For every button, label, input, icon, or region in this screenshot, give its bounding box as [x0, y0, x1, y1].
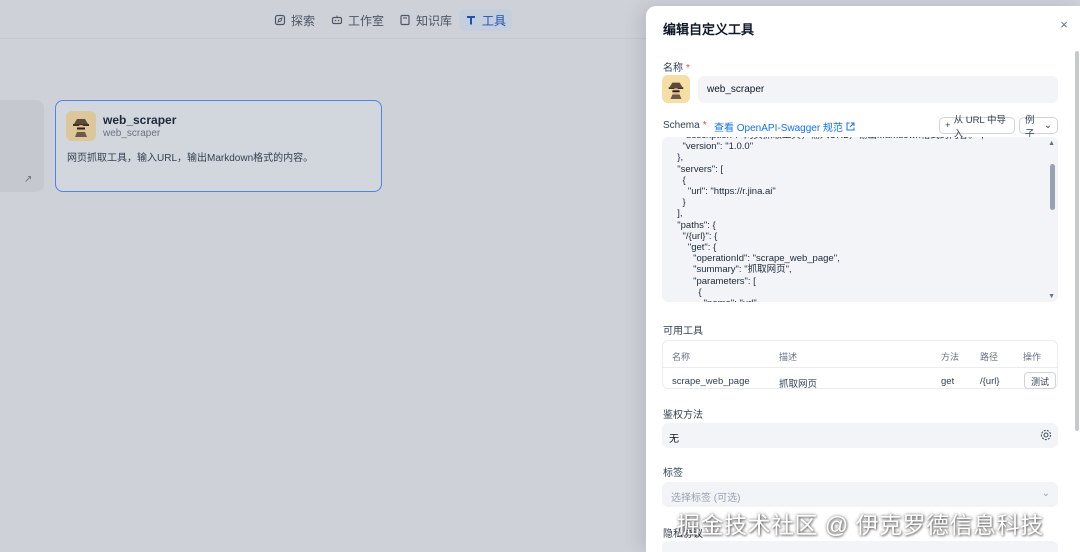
- example-button[interactable]: 例子 ⌄: [1019, 115, 1058, 140]
- drawer-scrollbar[interactable]: [1075, 51, 1079, 431]
- column-header-action: 操作: [1023, 352, 1042, 362]
- tool-icon: [467, 16, 475, 25]
- cell-tool-name: scrape_web_page: [672, 376, 750, 387]
- nav-item-label: 知识库: [416, 13, 453, 28]
- watermark: 掘金技术社区 @ 伊克罗德信息科技: [677, 512, 1044, 538]
- tags-select[interactable]: 选择标签 (可选) ⌄: [662, 482, 1058, 507]
- auth-method-select[interactable]: 无: [662, 423, 1058, 448]
- name-label: 名称 *: [663, 59, 690, 74]
- compass-icon: [274, 14, 286, 26]
- tool-name: web_scraper: [103, 113, 177, 127]
- nav-item-studio[interactable]: 工作室: [325, 9, 390, 31]
- chevron-down-icon: ⌄: [1044, 120, 1052, 131]
- tool-card-web-scraper[interactable]: web_scraper web_scraper 网页抓取工具，输入URL，输出M…: [55, 100, 382, 192]
- code-line: {: [672, 286, 702, 298]
- schema-editor[interactable]: "description": "网页抓取工具，输入URL，输出Markdown格…: [662, 137, 1058, 302]
- robot-icon: [331, 15, 343, 25]
- drawer-title: 编辑自定义工具: [663, 22, 755, 37]
- nav-item-knowledge[interactable]: 知识库: [393, 9, 458, 31]
- privacy-policy-input[interactable]: [662, 541, 1058, 552]
- gear-icon[interactable]: [1040, 429, 1052, 441]
- code-line: "name": "url",: [672, 298, 984, 302]
- schema-code: "description": "网页抓取工具，输入URL，输出Markdown格…: [672, 137, 984, 302]
- available-tools-label: 可用工具: [663, 326, 703, 337]
- code-line: "url": "https://r.jina.ai": [672, 186, 776, 198]
- nav-item-explore[interactable]: 探索: [268, 9, 321, 31]
- required-mark: *: [686, 63, 690, 74]
- code-line: }: [672, 197, 686, 209]
- column-header-name: 名称: [672, 352, 691, 362]
- code-line: "parameters": [: [672, 275, 756, 287]
- code-line: "operationId": "scrape_web_page",: [672, 253, 840, 265]
- code-line: {: [672, 174, 686, 186]
- tool-name-input[interactable]: web_scraper: [698, 76, 1058, 103]
- auth-method-value: 无: [669, 434, 679, 445]
- openapi-spec-link[interactable]: 查看 OpenAPI-Swagger 规范: [714, 119, 855, 134]
- scroll-down-icon[interactable]: ▼: [1048, 293, 1055, 300]
- tags-placeholder: 选择标签 (可选): [671, 493, 741, 504]
- required-mark: *: [702, 120, 707, 131]
- schema-label-text: Schema: [663, 120, 700, 131]
- code-line: "get": {: [672, 242, 717, 254]
- code-line: "/{url}": {: [672, 230, 718, 242]
- nav-item-label: 工作室: [348, 13, 385, 28]
- chevron-down-icon: ⌄: [1041, 488, 1050, 499]
- collection-card-partial[interactable]: ↗: [0, 100, 44, 192]
- column-header-method: 方法: [941, 352, 960, 362]
- arrow-up-right-icon: ↗: [24, 174, 33, 185]
- spy-icon: [73, 119, 89, 137]
- close-icon[interactable]: ×: [1057, 18, 1071, 32]
- auth-method-label: 鉴权方法: [663, 410, 703, 421]
- code-line: },: [672, 152, 684, 164]
- cell-tool-path: /{url}: [980, 376, 1000, 387]
- book-icon: [400, 14, 410, 26]
- tool-subtitle: web_scraper: [103, 128, 161, 139]
- code-line: "servers": [: [672, 163, 724, 175]
- code-line: ],: [672, 208, 683, 220]
- code-line: "paths": {: [672, 219, 716, 231]
- schema-label: Schema *: [663, 120, 707, 131]
- cell-tool-method: get: [941, 376, 955, 387]
- nav-item-tools[interactable]: 工具: [459, 9, 513, 31]
- code-line: "version": "1.0.0": [672, 141, 754, 153]
- code-line: "summary": "抓取网页",: [672, 264, 792, 276]
- tool-avatar-picker[interactable]: [662, 75, 690, 103]
- example-button-label: 例子: [1025, 114, 1035, 140]
- import-from-url-label: 从 URL 中导入: [953, 114, 1006, 140]
- spy-icon: [668, 82, 684, 99]
- tool-description: 网页抓取工具，输入URL，输出Markdown格式的内容。: [67, 153, 314, 164]
- name-label-text: 名称: [663, 63, 683, 74]
- import-from-url-button[interactable]: + 从 URL 中导入: [939, 115, 1015, 140]
- external-link-icon: [846, 122, 855, 131]
- column-header-path: 路径: [980, 352, 999, 362]
- tool-avatar: [66, 111, 96, 141]
- available-tools-table: 名称 描述 方法 路径 操作 scrape_web_page 抓取网页 get …: [662, 340, 1058, 390]
- edit-custom-tool-drawer: 编辑自定义工具 × 名称 * web_scraper Schema * 查看 Ope…: [646, 6, 1080, 552]
- tags-label: 标签: [663, 468, 683, 479]
- test-button[interactable]: 测试: [1024, 372, 1057, 389]
- nav-item-label: 探索: [291, 13, 316, 28]
- nav-item-label: 工具: [482, 13, 507, 28]
- schema-scrollbar-thumb[interactable]: [1050, 164, 1055, 210]
- column-header-description: 描述: [779, 352, 798, 362]
- cell-tool-description: 抓取网页: [779, 379, 818, 390]
- scroll-up-icon[interactable]: ▲: [1048, 140, 1055, 147]
- plus-icon: +: [945, 120, 951, 131]
- openapi-spec-link-text: 查看 OpenAPI-Swagger 规范: [714, 123, 843, 134]
- table-divider: [663, 367, 1057, 368]
